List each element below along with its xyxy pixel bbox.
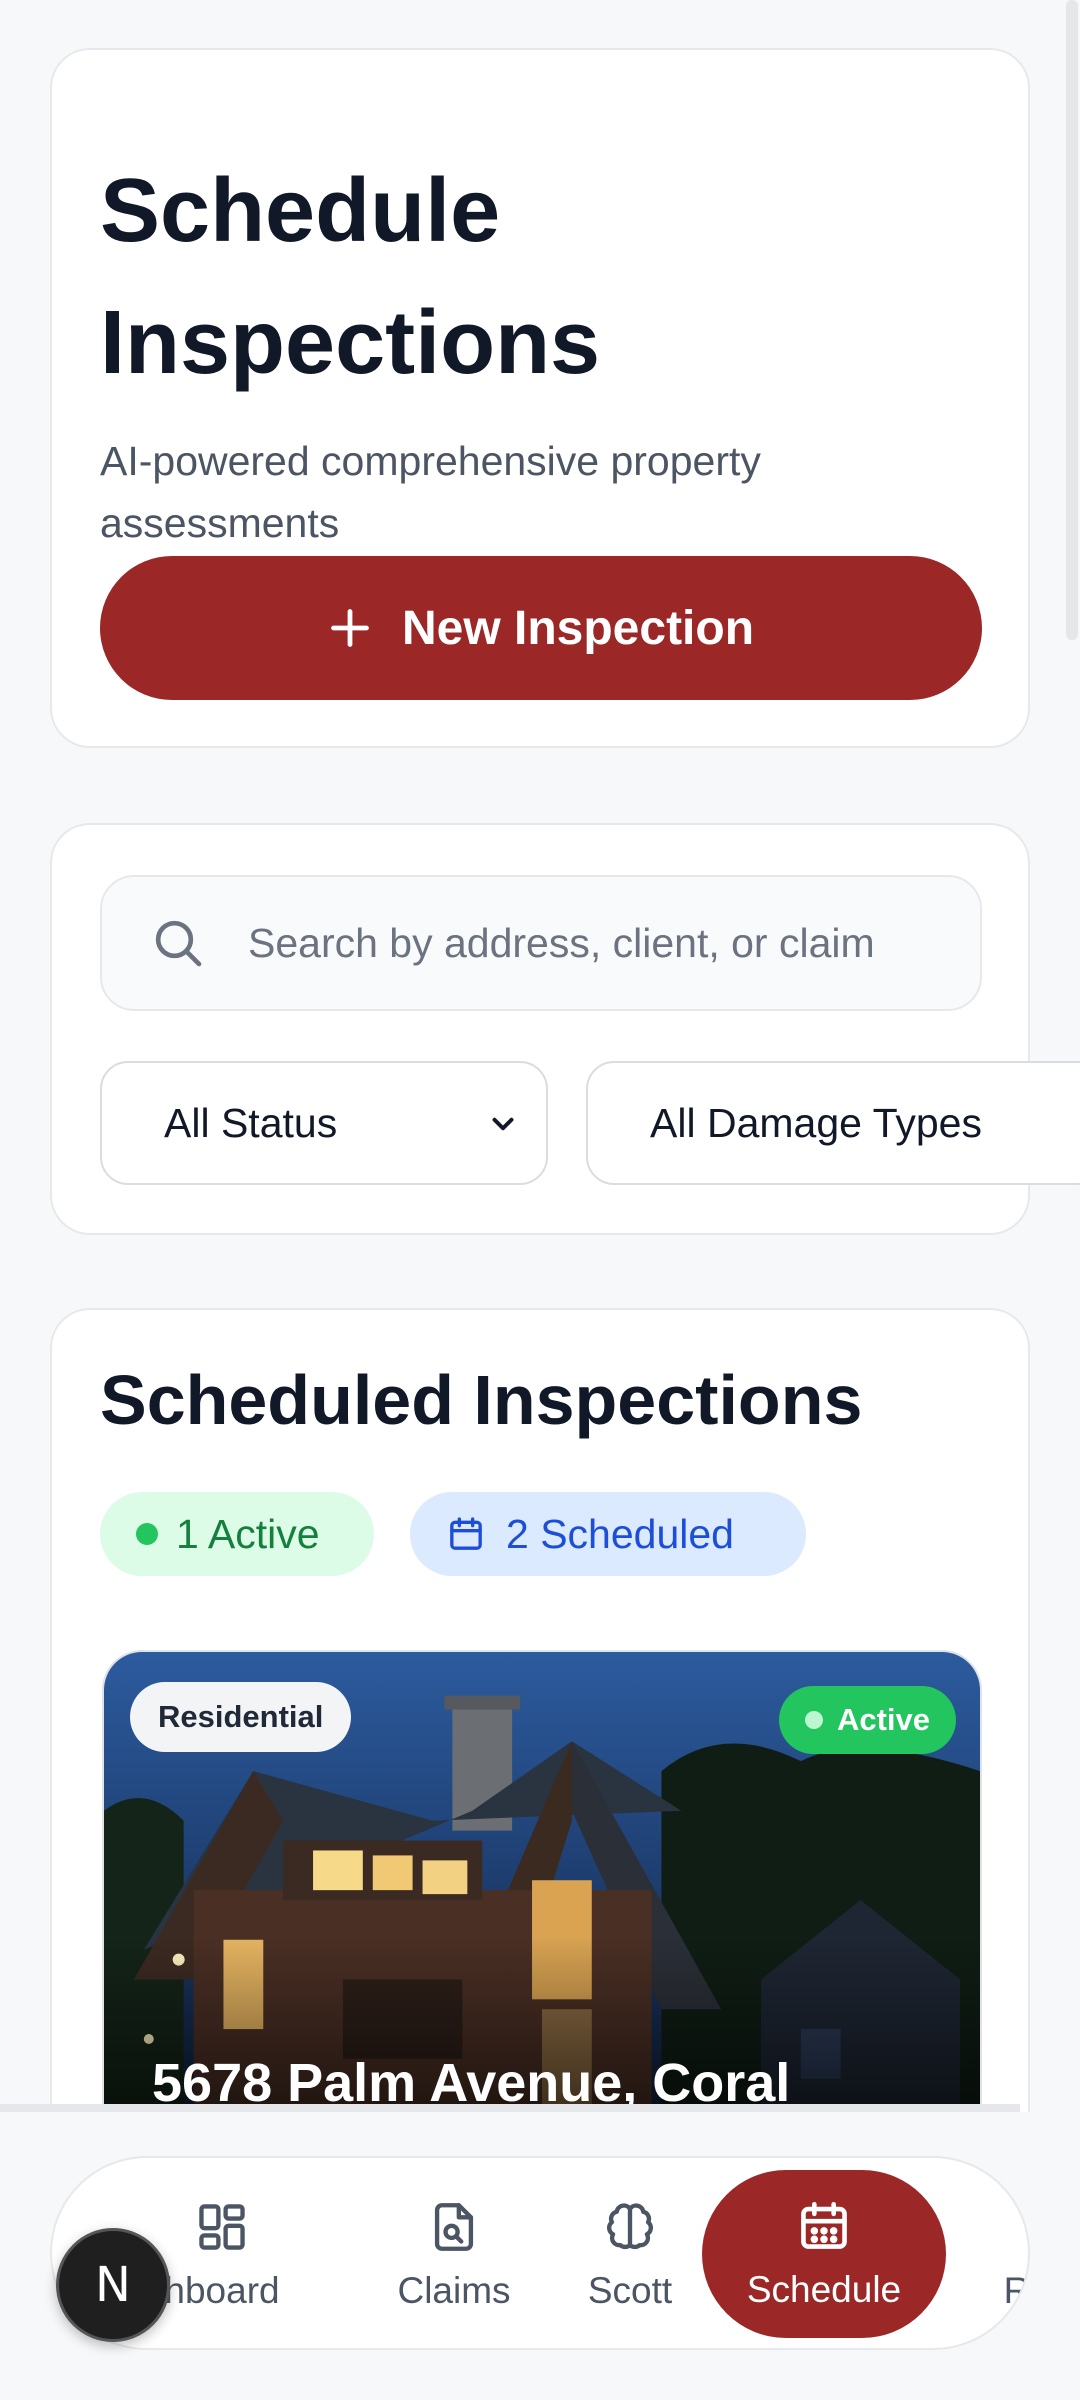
page-title: Schedule Inspections — [100, 161, 601, 393]
page-scrollbar[interactable] — [1066, 0, 1078, 640]
scheduled-count-badge: 2 Scheduled — [410, 1492, 806, 1576]
nav-item-reports[interactable]: Repor — [964, 2158, 1030, 2348]
search-input[interactable] — [248, 877, 928, 1009]
bottom-nav: hboard Claims Scott Schedule Repor — [50, 2156, 1030, 2350]
filter-card: All Status All Damage Types — [50, 823, 1080, 1235]
section-title: Scheduled Inspections — [100, 1361, 863, 1439]
active-count-badge: 1 Active — [100, 1492, 374, 1576]
new-inspection-button[interactable]: New Inspection — [100, 556, 982, 700]
dev-tools-badge[interactable]: N — [56, 2228, 170, 2342]
active-dot-icon — [136, 1523, 158, 1545]
chevron-down-icon — [492, 1117, 514, 1131]
nav-item-claims[interactable]: Claims — [374, 2158, 534, 2348]
calendar-icon — [801, 2201, 847, 2249]
property-type-badge: Residential — [130, 1682, 352, 1752]
status-dot-icon — [804, 1711, 823, 1729]
nav-label-scott: Scott — [587, 2270, 673, 2311]
dashboard-icon — [199, 2204, 245, 2250]
nav-label-claims: Claims — [397, 2270, 511, 2311]
damage-type-select-value: All Damage Types — [650, 1099, 982, 1146]
calendar-icon — [450, 1517, 482, 1550]
status-select[interactable]: All Status — [100, 1061, 548, 1185]
header-card: Schedule Inspections AI-powered comprehe… — [50, 48, 1030, 748]
nav-label-schedule: Schedule — [746, 2269, 902, 2310]
plus-icon — [331, 609, 369, 647]
active-count-label: 1 Active — [176, 1510, 320, 1557]
property-status-label: Active — [836, 1702, 930, 1737]
page-subtitle: AI-powered comprehensive property assess… — [100, 438, 761, 546]
scheduled-count-label: 2 Scheduled — [506, 1510, 734, 1557]
nav-item-scott[interactable]: Scott — [560, 2158, 700, 2348]
nav-item-schedule[interactable]: Schedule — [702, 2170, 946, 2338]
property-status-badge: Active — [778, 1686, 956, 1754]
search-icon — [155, 920, 202, 967]
damage-type-select[interactable]: All Damage Types — [586, 1061, 1080, 1185]
nav-label-reports: Repor — [1003, 2270, 1030, 2311]
property-card[interactable]: Residential Active 5678 Palm Avenue, Cor… — [102, 1650, 982, 2170]
file-search-icon — [434, 2203, 474, 2251]
status-select-value: All Status — [164, 1099, 338, 1146]
new-inspection-label: New Inspection — [401, 601, 755, 655]
search-box[interactable] — [100, 875, 982, 1011]
brain-icon — [607, 2203, 653, 2250]
nav-label-dashboard: hboard — [164, 2270, 280, 2311]
